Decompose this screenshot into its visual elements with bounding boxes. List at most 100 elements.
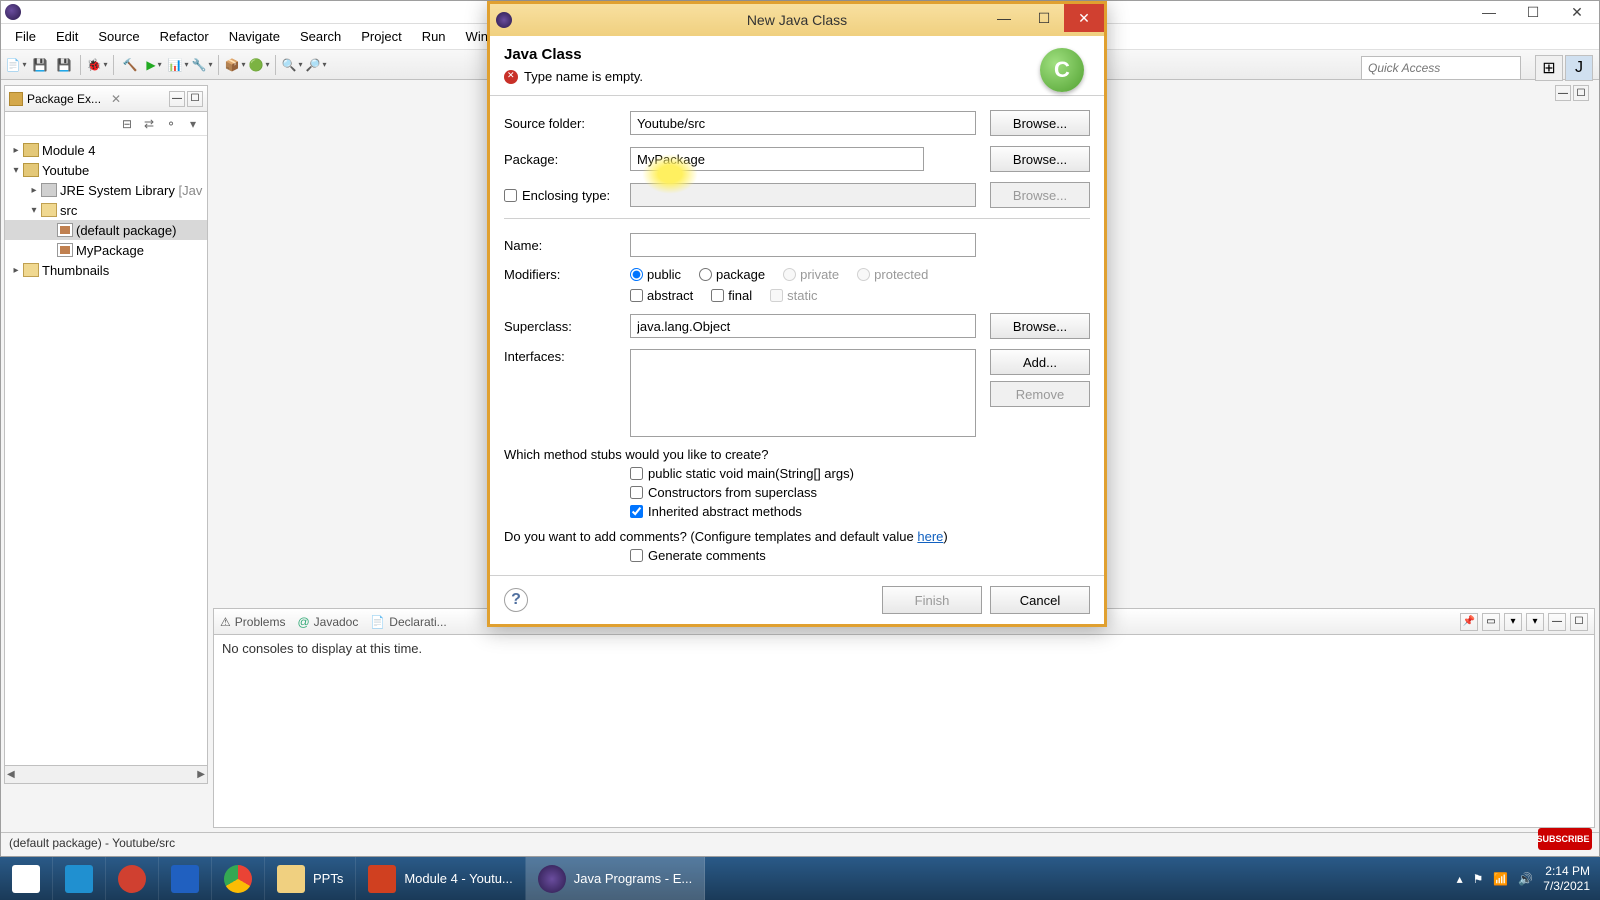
tray-chevron-icon[interactable]: ▴ [1457,872,1463,886]
maximize-bottom-button[interactable]: ☐ [1570,613,1588,631]
browse-superclass-button[interactable]: Browse... [990,313,1090,339]
tree-item-src[interactable]: ▾ src [5,200,207,220]
tree-item-jre[interactable]: ▸ JRE System Library [Jav [5,180,207,200]
tray-volume-icon[interactable]: 🔊 [1518,872,1533,886]
package-explorer-tab[interactable]: Package Ex... ✕ [9,92,121,106]
maximize-editor-button[interactable]: ☐ [1573,85,1589,101]
new-console-button[interactable]: ▾ [1526,613,1544,631]
menu-navigate[interactable]: Navigate [219,25,290,48]
expand-icon[interactable]: ▾ [9,165,23,176]
taskbar-ppts[interactable]: PPTs [265,857,356,900]
link-editor-button[interactable]: ⇄ [141,116,157,132]
taskbar-powerpoint[interactable]: Module 4 - Youtu... [356,857,525,900]
new-package-button[interactable]: 📦 [224,54,246,76]
java-perspective-button[interactable]: J [1565,55,1593,81]
menu-edit[interactable]: Edit [46,25,88,48]
constructors-checkbox[interactable] [630,486,643,499]
menu-source[interactable]: Source [88,25,149,48]
dialog-minimize-button[interactable]: — [984,4,1024,32]
expand-icon[interactable]: ▾ [27,205,41,216]
view-menu-button[interactable]: ▾ [185,116,201,132]
expand-icon[interactable]: ▸ [9,145,23,156]
maximize-button[interactable]: ☐ [1511,1,1555,23]
external-tools-button[interactable]: 🔧 [191,54,213,76]
minimize-view-button[interactable]: — [169,91,185,107]
open-perspective-button[interactable]: ⊞ [1535,55,1563,81]
superclass-input[interactable] [630,314,976,338]
help-button[interactable]: ? [504,588,528,612]
close-tab-icon[interactable]: ✕ [111,92,121,106]
minimize-bottom-button[interactable]: — [1548,613,1566,631]
configure-templates-link[interactable]: here [917,529,943,544]
menu-refactor[interactable]: Refactor [150,25,219,48]
open-type-button[interactable]: 🔍 [281,54,303,76]
dialog-maximize-button[interactable]: ☐ [1024,4,1064,32]
project-tree[interactable]: ▸ Module 4 ▾ Youtube ▸ JRE System Librar… [5,136,207,765]
quick-access-input[interactable] [1361,56,1521,80]
modifier-final-checkbox[interactable] [711,289,724,302]
menu-run[interactable]: Run [412,25,456,48]
start-button[interactable] [0,857,53,900]
save-button[interactable]: 💾 [29,54,51,76]
coverage-button[interactable]: 📊 [167,54,189,76]
tray-flag-icon[interactable]: ⚑ [1473,872,1484,886]
interfaces-list[interactable] [630,349,976,437]
main-method-checkbox[interactable] [630,467,643,480]
close-button[interactable]: ✕ [1555,1,1599,23]
minimize-editor-button[interactable]: — [1555,85,1571,101]
subscribe-badge[interactable]: SUBSCRIBE [1538,828,1592,850]
save-all-button[interactable]: 💾 [53,54,75,76]
taskbar-app-1[interactable] [53,857,106,900]
system-tray[interactable]: ▴ ⚑ 📶 🔊 2:14 PM 7/3/2021 [1457,864,1600,893]
maximize-view-button[interactable]: ☐ [187,91,203,107]
modifier-abstract-checkbox[interactable] [630,289,643,302]
display-console-button[interactable]: ▭ [1482,613,1500,631]
expand-icon[interactable]: ▸ [9,265,23,276]
debug-button[interactable]: 🐞 [86,54,108,76]
add-interface-button[interactable]: Add... [990,349,1090,375]
menu-file[interactable]: File [5,25,46,48]
tree-item-youtube[interactable]: ▾ Youtube [5,160,207,180]
tree-item-default-package[interactable]: (default package) [5,220,207,240]
new-wizard-button[interactable]: 📄 [5,54,27,76]
build-button[interactable]: 🔨 [119,54,141,76]
dialog-close-button[interactable]: ✕ [1064,4,1104,32]
tray-network-icon[interactable]: 📶 [1493,872,1508,886]
sidebar-scrollbar[interactable]: ◀▶ [5,765,207,783]
open-console-button[interactable]: ▾ [1504,613,1522,631]
run-button[interactable]: ▶ [143,54,165,76]
search-button[interactable]: 🔎 [305,54,327,76]
taskbar-word[interactable] [159,857,212,900]
expand-icon[interactable]: ▸ [27,185,41,196]
tab-problems[interactable]: ⚠Problems [220,615,285,629]
focus-task-button[interactable]: ⚬ [163,116,179,132]
tab-javadoc[interactable]: @Javadoc [297,615,358,629]
collapse-all-button[interactable]: ⊟ [119,116,135,132]
taskbar-app-2[interactable] [106,857,159,900]
package-input[interactable] [630,147,924,171]
tab-declaration[interactable]: 📄Declarati... [370,615,446,629]
source-folder-input[interactable] [630,111,976,135]
modifier-package-radio[interactable] [699,268,712,281]
inherited-methods-checkbox[interactable] [630,505,643,518]
minimize-button[interactable]: — [1467,1,1511,23]
browse-source-folder-button[interactable]: Browse... [990,110,1090,136]
inherited-methods-label: Inherited abstract methods [648,504,802,519]
modifier-public-radio[interactable] [630,268,643,281]
tree-item-module4[interactable]: ▸ Module 4 [5,140,207,160]
menu-project[interactable]: Project [351,25,411,48]
pin-console-button[interactable]: 📌 [1460,613,1478,631]
dialog-title-bar[interactable]: New Java Class — ☐ ✕ [490,4,1104,36]
menu-search[interactable]: Search [290,25,351,48]
browse-package-button[interactable]: Browse... [990,146,1090,172]
enclosing-type-checkbox[interactable] [504,189,517,202]
cancel-button[interactable]: Cancel [990,586,1090,614]
tray-clock[interactable]: 2:14 PM 7/3/2021 [1543,864,1590,893]
tree-item-mypackage[interactable]: MyPackage [5,240,207,260]
taskbar-eclipse[interactable]: Java Programs - E... [526,857,705,900]
taskbar-chrome[interactable] [212,857,265,900]
generate-comments-checkbox[interactable] [630,549,643,562]
name-input[interactable] [630,233,976,257]
tree-item-thumbnails[interactable]: ▸ Thumbnails [5,260,207,280]
new-class-button[interactable]: 🟢 [248,54,270,76]
